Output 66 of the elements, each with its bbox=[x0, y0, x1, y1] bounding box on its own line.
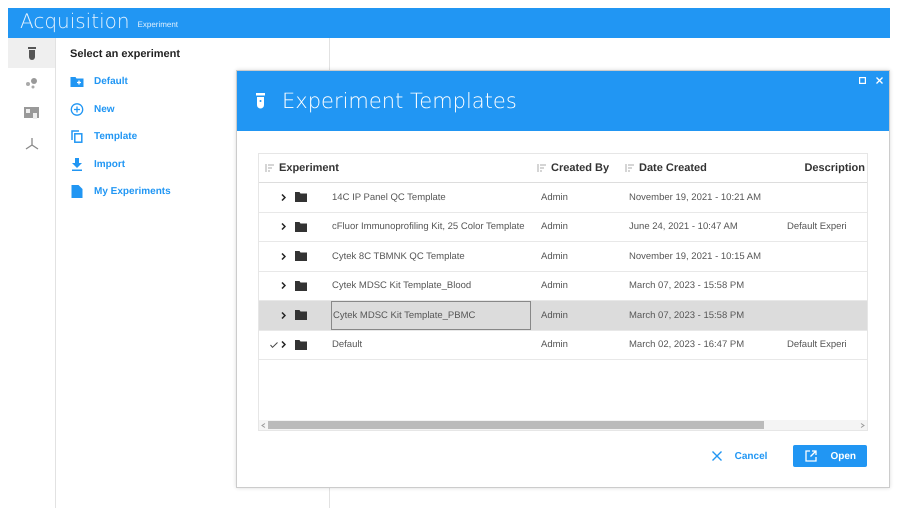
sidebar-button[interactable] bbox=[8, 38, 55, 68]
table-cell-text: 14C IP Panel QC Template bbox=[331, 190, 447, 205]
external-link-icon bbox=[805, 450, 818, 462]
app-subtitle: Experiment bbox=[138, 20, 178, 31]
table-cell-text: cFluor Immunoprofiling Kit, 25 Color Template bbox=[331, 220, 526, 234]
chevron-right-icon[interactable] bbox=[281, 252, 286, 260]
table-cell-text: Admin bbox=[540, 279, 569, 294]
dialog-title: Experiment Templates bbox=[282, 89, 517, 113]
scroll-left-icon[interactable] bbox=[261, 422, 266, 428]
folder-icon bbox=[295, 340, 307, 350]
axes-icon bbox=[24, 136, 38, 150]
table-cell: Cytek MDSC Kit Template_PBMC bbox=[331, 301, 531, 330]
table-cell-text: November 19, 2021 - 10:21 AM bbox=[628, 190, 762, 205]
horizontal-scrollbar[interactable] bbox=[259, 420, 867, 430]
column-header[interactable]: Description bbox=[799, 162, 867, 174]
sort-icon bbox=[265, 164, 274, 172]
table-row[interactable]: 14C IP Panel QC Template Admin November 19, 2021 - 10:21 AM bbox=[259, 183, 867, 212]
dots-icon bbox=[24, 77, 38, 89]
folder-plus-icon bbox=[70, 76, 84, 88]
file-icon bbox=[70, 185, 84, 198]
table-row[interactable]: Cytek MDSC Kit Template_PBMC Admin March 07, 2023 - 15:58 PM bbox=[259, 301, 867, 330]
folder-icon bbox=[295, 310, 307, 320]
table-cell-text: Cytek 8C TBMNK QC Template bbox=[331, 250, 466, 264]
chevron-right-icon[interactable] bbox=[281, 223, 286, 230]
table-cell-text: Cytek MDSC Kit Template_Blood bbox=[331, 279, 472, 294]
table-cell-text: Admin bbox=[540, 338, 569, 352]
chevron-right-icon[interactable] bbox=[281, 312, 286, 319]
folder-icon bbox=[295, 251, 307, 262]
column-header[interactable]: Experiment bbox=[259, 162, 531, 174]
column-header[interactable]: Created By bbox=[531, 162, 619, 174]
maximize-icon[interactable] bbox=[859, 77, 866, 84]
download-icon bbox=[70, 158, 84, 171]
chevron-right-icon[interactable] bbox=[281, 282, 286, 290]
table-cell-text: Admin bbox=[540, 190, 569, 205]
table-cell-text: June 24, 2021 - 10:47 AM bbox=[628, 220, 739, 234]
chevron-right-icon[interactable] bbox=[281, 341, 286, 348]
chevron-right-icon[interactable] bbox=[281, 194, 286, 201]
table-cell-text: Admin bbox=[540, 220, 569, 234]
folder-icon bbox=[295, 192, 307, 202]
table-cell-text: Default bbox=[331, 338, 364, 352]
close-icon[interactable] bbox=[876, 77, 883, 84]
table-cell-text: March 07, 2023 - 15:58 PM bbox=[628, 308, 746, 323]
table-cell: Default Experi bbox=[787, 221, 847, 232]
table-cell-text: March 02, 2023 - 16:47 PM bbox=[628, 338, 746, 352]
test-tube-icon bbox=[28, 46, 36, 60]
table-cell-text: March 07, 2023 - 15:58 PM bbox=[628, 279, 746, 294]
table-cell-text: Admin bbox=[540, 308, 569, 323]
folder-icon bbox=[295, 222, 307, 232]
table-cell-text: Admin bbox=[540, 250, 569, 264]
sort-icon bbox=[625, 164, 634, 172]
test-tube-icon bbox=[256, 93, 265, 109]
table-cell-text: November 19, 2021 - 10:15 AM bbox=[628, 250, 762, 264]
column-header[interactable]: Date Created bbox=[619, 162, 799, 174]
scroll-right-icon[interactable] bbox=[860, 422, 865, 428]
plus-circle-icon bbox=[70, 102, 84, 116]
close-icon bbox=[712, 451, 722, 461]
sort-icon bbox=[537, 164, 546, 172]
table-row[interactable]: Default Admin March 02, 2023 - 16:47 PM Default Experi bbox=[259, 330, 867, 360]
table-row[interactable]: Cytek 8C TBMNK QC Template Admin November 19, 2021 - 10:15 AM bbox=[259, 242, 867, 272]
plate-icon bbox=[24, 106, 39, 120]
folder-icon bbox=[295, 280, 307, 291]
table-cell: Default Experi bbox=[787, 339, 847, 350]
copy-icon bbox=[70, 130, 84, 144]
panel-heading: Select an experiment bbox=[70, 48, 182, 60]
app-title: Acquisition bbox=[20, 10, 130, 32]
table-row[interactable]: cFluor Immunoprofiling Kit, 25 Color Template Admin June 24, 2021 - 10:47 AM Default Experi bbox=[259, 212, 867, 242]
